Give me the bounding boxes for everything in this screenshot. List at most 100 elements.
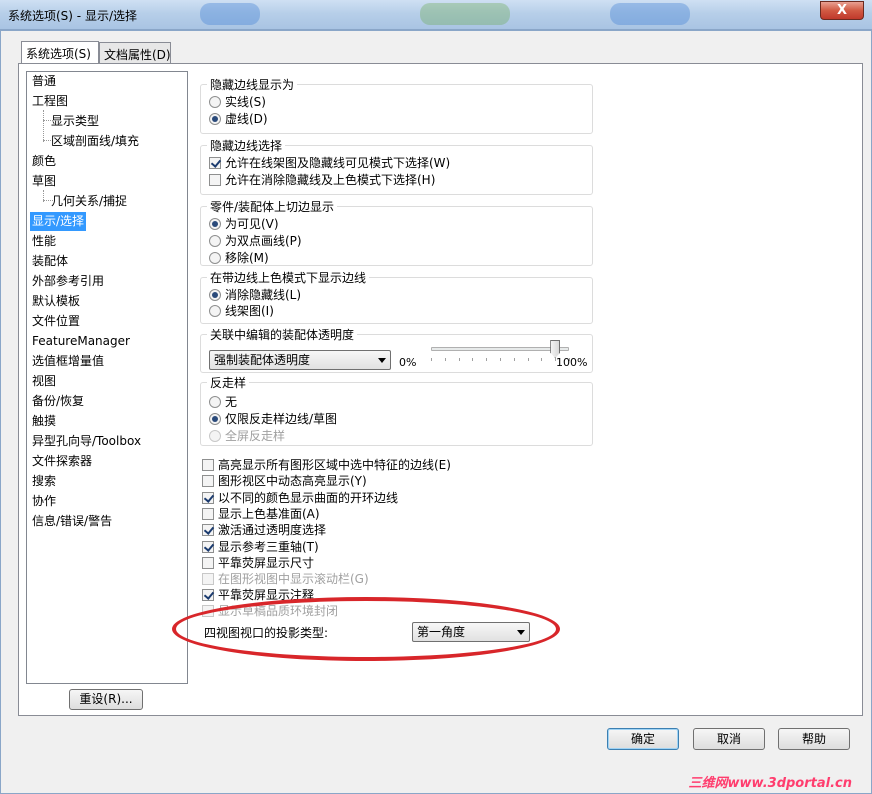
tree-item-external-references[interactable]: 外部参考引用 [30, 272, 106, 291]
transparency-slider-track[interactable] [431, 347, 569, 351]
checkbox-indicator [202, 508, 214, 520]
checkbox-label: 平靠荧屏显示尺寸 [218, 556, 315, 570]
group-title: 反走样 [207, 376, 250, 390]
tree-item-backup-recover[interactable]: 备份/恢复 [30, 392, 86, 411]
radio-indicator [209, 218, 221, 230]
radio-label: 消除隐藏线(L) [225, 288, 302, 302]
checkbox-shaded-planes[interactable]: 显示上色基准面(A) [202, 506, 320, 522]
checkbox-indicator [202, 573, 214, 585]
reset-button[interactable]: 重设(R)... [69, 689, 143, 710]
tree-item-assemblies[interactable]: 装配体 [30, 252, 70, 271]
checkbox-label: 在图形视图中显示滚动栏(G) [218, 572, 369, 586]
background-blur [610, 3, 690, 25]
checkbox-label: 允许在消除隐藏线及上色模式下选择(H) [225, 173, 436, 187]
radio-label: 线架图(I) [225, 304, 274, 318]
tree-item-area-hatch[interactable]: 区域剖面线/填充 [49, 132, 141, 151]
tree-item-messages-errors-warnings[interactable]: 信息/错误/警告 [30, 512, 114, 531]
radio-dashed[interactable]: 虚线(D) [209, 111, 268, 127]
radio-aa-edges-sketches[interactable]: 仅限反走样边线/草图 [209, 411, 337, 427]
group-title: 隐藏边线显示为 [207, 78, 298, 92]
tree-item-performance[interactable]: 性能 [30, 232, 58, 251]
group-title: 在带边线上色模式下显示边线 [207, 271, 370, 285]
watermark: 三维网www.3dportal.cn [688, 776, 852, 791]
close-button[interactable]: X [820, 1, 864, 20]
tree-item-display-selection[interactable]: 显示/选择 [30, 212, 87, 231]
radio-label: 无 [225, 395, 238, 409]
checkbox-indicator [202, 557, 214, 569]
checkbox-dynamic-highlight[interactable]: 图形视区中动态高亮显示(Y) [202, 473, 367, 489]
checkbox-indicator [202, 524, 214, 536]
tree-item-colors[interactable]: 颜色 [30, 152, 58, 171]
window-title: 系统选项(S) - 显示/选择 [8, 9, 137, 23]
radio-aa-fullscreen: 全屏反走样 [209, 428, 285, 444]
tree-connector [43, 110, 44, 142]
checkbox-indicator [202, 589, 214, 601]
group-title: 零件/装配体上切边显示 [207, 200, 338, 214]
transparency-mode-select[interactable]: 强制装配体透明度 [209, 350, 391, 370]
slider-tick [472, 358, 474, 361]
tree-item-search[interactable]: 搜索 [30, 472, 58, 491]
radio-label: 虚线(D) [225, 112, 268, 126]
checkbox-indicator [209, 174, 221, 186]
checkbox-dimensions-flat[interactable]: 平靠荧屏显示尺寸 [202, 555, 314, 571]
tree-item-relations-snaps[interactable]: 几何关系/捕捉 [49, 192, 129, 211]
radio-removed[interactable]: 移除(M) [209, 250, 269, 266]
radio-indicator [209, 430, 221, 442]
group-title: 隐藏边线选择 [207, 139, 286, 153]
radio-indicator [209, 305, 221, 317]
slider-max-label: 100% [556, 356, 588, 369]
group-shaded-edges: 在带边线上色模式下显示边线 消除隐藏线(L) 线架图(I) [200, 271, 593, 324]
title-bar: 系统选项(S) - 显示/选择 X [0, 0, 872, 30]
checkbox-label: 显示上色基准面(A) [218, 507, 320, 521]
checkbox-label: 允许在线架图及隐藏线可见模式下选择(W) [225, 156, 451, 170]
radio-hidden-line-removed[interactable]: 消除隐藏线(L) [209, 287, 301, 303]
tree-item-spin-box-increments[interactable]: 选值框增量值 [30, 352, 106, 371]
radio-indicator [209, 96, 221, 108]
tree-item-touch[interactable]: 触摸 [30, 412, 58, 431]
slider-tick [431, 358, 432, 361]
close-icon: X [836, 3, 848, 18]
category-tree: 普通 工程图 显示类型 区域剖面线/填充 颜色 草图 几何关系/捕捉 显示/选择… [26, 71, 188, 684]
tree-item-hole-wizard-toolbox[interactable]: 异型孔向导/Toolbox [30, 432, 143, 451]
tree-item-drawings[interactable]: 工程图 [30, 92, 70, 111]
ok-button[interactable]: 确定 [607, 728, 679, 750]
radio-indicator [209, 289, 221, 301]
group-assembly-transparency: 关联中编辑的装配体透明度 强制装配体透明度 0% 100% [200, 328, 593, 373]
cancel-button[interactable]: 取消 [693, 728, 765, 750]
tree-item-sketch[interactable]: 草图 [30, 172, 58, 191]
checkbox-indicator [202, 492, 214, 504]
radio-label: 移除(M) [225, 251, 269, 265]
radio-as-phantom[interactable]: 为双点画线(P) [209, 233, 302, 249]
radio-indicator [209, 235, 221, 247]
checkbox-indicator [202, 475, 214, 487]
tree-item-collaboration[interactable]: 协作 [30, 492, 58, 511]
slider-tick [486, 358, 488, 361]
checkbox-label: 图形视区中动态高亮显示(Y) [218, 474, 367, 488]
tree-item-file-locations[interactable]: 文件位置 [30, 312, 82, 331]
radio-wireframe[interactable]: 线架图(I) [209, 303, 274, 319]
tab-document-properties[interactable]: 文档属性(D) [99, 42, 171, 63]
tree-item-general[interactable]: 普通 [30, 72, 58, 91]
group-hidden-edges: 隐藏边线显示为 实线(S) 虚线(D) [200, 78, 593, 134]
radio-solid[interactable]: 实线(S) [209, 94, 266, 110]
radio-label: 为双点画线(P) [225, 234, 302, 248]
checkbox-open-edges-color[interactable]: 以不同的颜色显示曲面的开环边线 [202, 490, 398, 506]
checkbox-scrollbars: 在图形视图中显示滚动栏(G) [202, 571, 369, 587]
help-button[interactable]: 帮助 [778, 728, 850, 750]
radio-aa-none[interactable]: 无 [209, 394, 237, 410]
chevron-down-icon [378, 358, 386, 363]
tree-item-featuremanager[interactable]: FeatureManager [30, 332, 132, 351]
checkbox-select-through-transparency[interactable]: 激活通过透明度选择 [202, 522, 326, 538]
checkbox-label: 高亮显示所有图形区域中选中特征的边线(E) [218, 458, 451, 472]
checkbox-highlight-edges[interactable]: 高亮显示所有图形区域中选中特征的边线(E) [202, 457, 451, 473]
radio-as-visible[interactable]: 为可见(V) [209, 216, 279, 232]
checkbox-reference-triad[interactable]: 显示参考三重轴(T) [202, 539, 319, 555]
tree-item-file-explorer[interactable]: 文件探索器 [30, 452, 94, 471]
checkbox-select-wireframe[interactable]: 允许在线架图及隐藏线可见模式下选择(W) [209, 155, 450, 171]
checkbox-select-shaded[interactable]: 允许在消除隐藏线及上色模式下选择(H) [209, 172, 435, 188]
tree-item-view[interactable]: 视图 [30, 372, 58, 391]
tab-system-options[interactable]: 系统选项(S) [21, 41, 99, 63]
tree-item-display-type[interactable]: 显示类型 [49, 112, 101, 131]
tree-item-default-templates[interactable]: 默认模板 [30, 292, 82, 311]
radio-indicator [209, 113, 221, 125]
